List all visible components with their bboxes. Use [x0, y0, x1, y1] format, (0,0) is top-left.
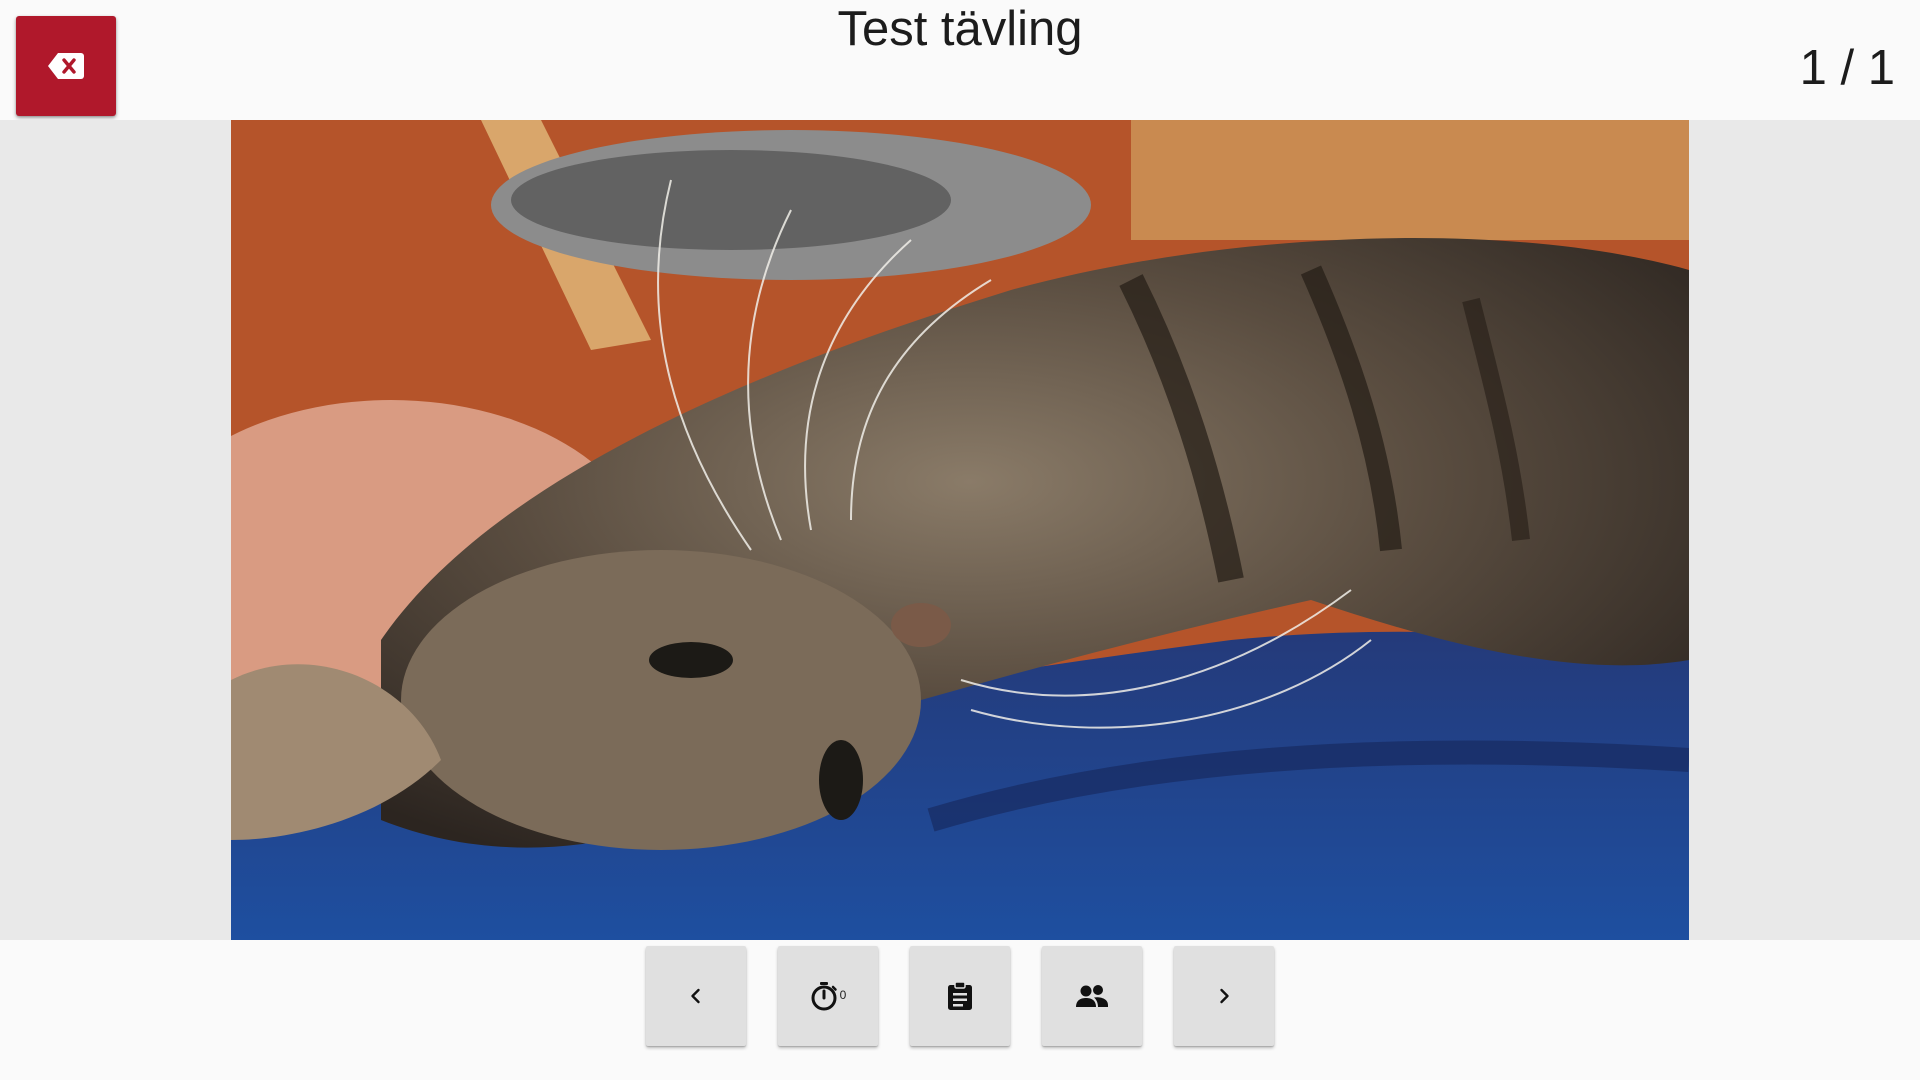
slide-image	[231, 120, 1689, 940]
timer-button[interactable]: 0	[778, 946, 878, 1046]
header: Test tävling 1 / 1	[0, 0, 1920, 120]
people-icon	[1076, 985, 1108, 1007]
page-title: Test tävling	[837, 2, 1083, 56]
slide-area	[0, 120, 1920, 940]
slide-counter: 1 / 1	[1799, 41, 1895, 95]
controls-bar: 0	[0, 940, 1920, 1080]
notes-button[interactable]	[910, 946, 1010, 1046]
timer-count: 0	[839, 988, 847, 1002]
clipboard-icon	[948, 981, 972, 1010]
teams-button[interactable]	[1042, 946, 1142, 1046]
next-button[interactable]	[1174, 946, 1274, 1046]
chevron-right-icon	[1220, 988, 1229, 1004]
chevron-left-icon	[691, 988, 700, 1004]
previous-button[interactable]	[646, 946, 746, 1046]
timer-icon	[811, 982, 837, 1011]
